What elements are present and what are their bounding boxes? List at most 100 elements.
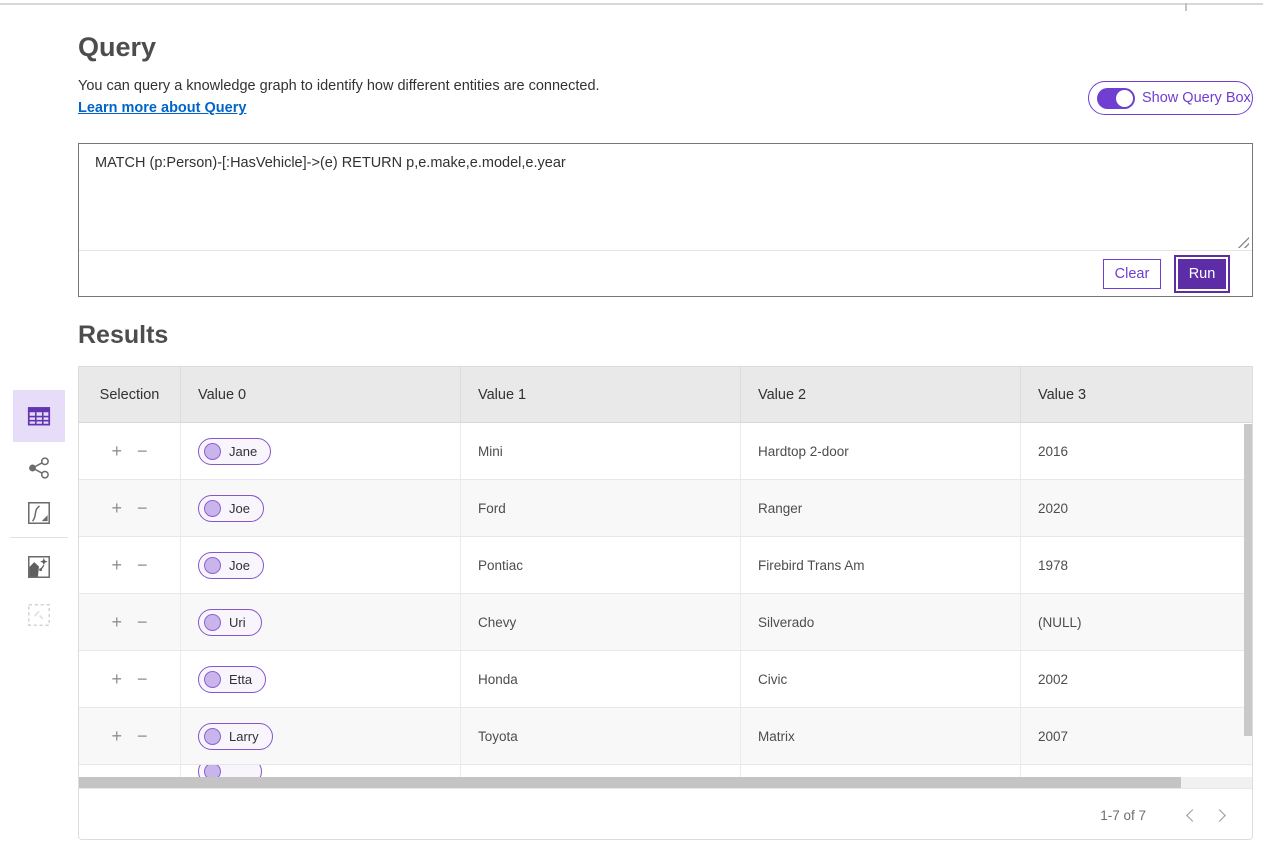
remove-from-selection-button[interactable]: − bbox=[137, 670, 148, 688]
top-divider-tick bbox=[1185, 3, 1187, 11]
previous-page-button[interactable] bbox=[1176, 800, 1206, 830]
remove-from-selection-button[interactable]: − bbox=[137, 727, 148, 745]
toggle-label: Show Query Box bbox=[1142, 90, 1251, 106]
value-cell: Toyota bbox=[461, 708, 741, 764]
query-box: Clear Run bbox=[78, 143, 1253, 297]
table-view-button[interactable] bbox=[13, 390, 65, 442]
entity-cell: Joe bbox=[181, 480, 461, 536]
query-page: Query You can query a knowledge graph to… bbox=[0, 0, 1263, 847]
value-cell: Hardtop 2-door bbox=[741, 423, 1021, 479]
query-input[interactable] bbox=[79, 144, 1252, 250]
learn-more-link[interactable]: Learn more about Query bbox=[78, 100, 246, 116]
entity-chip[interactable] bbox=[198, 765, 262, 777]
value-cell: Ford bbox=[461, 480, 741, 536]
map-view-button[interactable] bbox=[13, 487, 65, 539]
value-cell: Matrix bbox=[741, 708, 1021, 764]
entity-chip[interactable]: Joe bbox=[198, 552, 264, 579]
entity-cell: Jane bbox=[181, 423, 461, 479]
table-row: + − Uri Chevy Silverado (NULL) bbox=[79, 594, 1252, 651]
entity-dot-icon bbox=[204, 765, 221, 777]
page-title: Query bbox=[78, 32, 156, 63]
value-cell: Firebird Trans Am bbox=[741, 537, 1021, 593]
map-view-icon bbox=[25, 499, 53, 527]
entity-dot-icon bbox=[204, 671, 221, 688]
horizontal-scrollbar[interactable] bbox=[79, 777, 1252, 788]
pagination-range-label: 1-7 of 7 bbox=[1100, 808, 1146, 823]
table-row: + − Jane Mini Hardtop 2-door 2016 bbox=[79, 423, 1252, 480]
remove-from-selection-button[interactable]: − bbox=[137, 499, 148, 517]
entity-chip[interactable]: Larry bbox=[198, 723, 273, 750]
value-cell: 2016 bbox=[1021, 423, 1252, 479]
value-cell: Pontiac bbox=[461, 537, 741, 593]
value-cell bbox=[461, 765, 741, 777]
entity-name: Jane bbox=[229, 444, 257, 459]
entity-name: Joe bbox=[229, 501, 250, 516]
value-cell: 2020 bbox=[1021, 480, 1252, 536]
new-map-view-button bbox=[13, 589, 65, 641]
column-header-value3: Value 3 bbox=[1021, 367, 1252, 422]
selection-cell bbox=[79, 765, 181, 777]
value-cell: 1978 bbox=[1021, 537, 1252, 593]
table-row: + − Larry Toyota Matrix 2007 bbox=[79, 708, 1252, 765]
top-divider bbox=[0, 3, 1263, 5]
show-query-box-toggle[interactable]: Show Query Box bbox=[1088, 81, 1253, 115]
table-row: + − Joe Pontiac Firebird Trans Am 1978 bbox=[79, 537, 1252, 594]
table-row-partial bbox=[79, 765, 1252, 777]
results-table: Selection Value 0 Value 1 Value 2 Value … bbox=[78, 366, 1253, 840]
entity-name: Joe bbox=[229, 558, 250, 573]
table-row: + − Joe Ford Ranger 2020 bbox=[79, 480, 1252, 537]
vertical-scrollbar[interactable] bbox=[1244, 424, 1252, 777]
new-link-chart-view-button[interactable] bbox=[13, 541, 65, 593]
column-header-selection: Selection bbox=[79, 367, 181, 422]
remove-from-selection-button[interactable]: − bbox=[137, 613, 148, 631]
value-cell: 2007 bbox=[1021, 708, 1252, 764]
horizontal-scrollbar-thumb[interactable] bbox=[79, 777, 1181, 788]
entity-cell: Joe bbox=[181, 537, 461, 593]
chevron-right-icon bbox=[1213, 809, 1226, 822]
new-link-chart-view-icon bbox=[25, 553, 53, 581]
entity-name: Uri bbox=[229, 615, 246, 630]
add-to-selection-button[interactable]: + bbox=[111, 442, 122, 460]
entity-chip[interactable]: Etta bbox=[198, 666, 266, 693]
value-cell: (NULL) bbox=[1021, 594, 1252, 650]
add-to-selection-button[interactable]: + bbox=[111, 670, 122, 688]
vertical-scrollbar-thumb[interactable] bbox=[1244, 424, 1252, 736]
query-actions: Clear Run bbox=[79, 251, 1252, 296]
add-to-selection-button[interactable]: + bbox=[111, 556, 122, 574]
value-cell: Civic bbox=[741, 651, 1021, 707]
entity-dot-icon bbox=[204, 728, 221, 745]
entity-chip[interactable]: Joe bbox=[198, 495, 264, 522]
toggle-knob bbox=[1116, 90, 1133, 107]
entity-cell: Larry bbox=[181, 708, 461, 764]
table-pagination: 1-7 of 7 bbox=[79, 788, 1252, 840]
new-map-view-icon bbox=[25, 601, 53, 629]
value-cell bbox=[741, 765, 1021, 777]
entity-cell bbox=[181, 765, 461, 777]
selection-cell: + − bbox=[79, 651, 181, 707]
next-page-button[interactable] bbox=[1206, 800, 1236, 830]
entity-dot-icon bbox=[204, 614, 221, 631]
table-view-icon bbox=[25, 402, 53, 430]
value-cell: Ranger bbox=[741, 480, 1021, 536]
column-header-value0: Value 0 bbox=[181, 367, 461, 422]
column-header-value2: Value 2 bbox=[741, 367, 1021, 422]
remove-from-selection-button[interactable]: − bbox=[137, 442, 148, 460]
entity-name: Larry bbox=[229, 729, 259, 744]
page-description: You can query a knowledge graph to ident… bbox=[78, 78, 600, 94]
remove-from-selection-button[interactable]: − bbox=[137, 556, 148, 574]
value-cell bbox=[1021, 765, 1252, 777]
selection-cell: + − bbox=[79, 594, 181, 650]
view-switcher-sidebar bbox=[13, 390, 65, 642]
add-to-selection-button[interactable]: + bbox=[111, 613, 122, 631]
add-to-selection-button[interactable]: + bbox=[111, 499, 122, 517]
entity-chip[interactable]: Jane bbox=[198, 438, 271, 465]
value-cell: Mini bbox=[461, 423, 741, 479]
toggle-switch-icon[interactable] bbox=[1097, 88, 1135, 109]
run-button[interactable]: Run bbox=[1178, 259, 1226, 289]
add-to-selection-button[interactable]: + bbox=[111, 727, 122, 745]
value-cell: Silverado bbox=[741, 594, 1021, 650]
entity-chip[interactable]: Uri bbox=[198, 609, 262, 636]
entity-cell: Etta bbox=[181, 651, 461, 707]
clear-button[interactable]: Clear bbox=[1103, 259, 1161, 289]
selection-cell: + − bbox=[79, 423, 181, 479]
